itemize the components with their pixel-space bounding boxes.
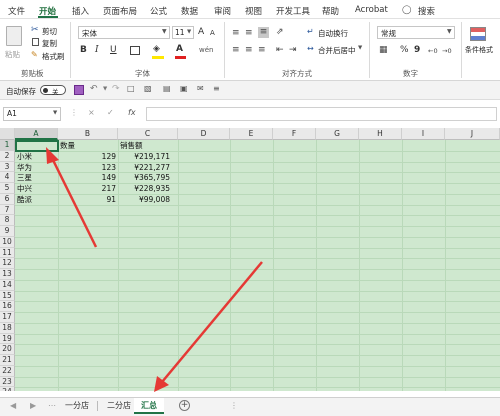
sheet-tab-active[interactable]: 汇总 — [134, 398, 164, 414]
sheet-tab-bar: ◀ ▶ ⋯ 一分店 二分店 汇总 + ⋮ — [0, 397, 500, 416]
more-options-icon: ⋮ — [230, 401, 238, 410]
scroll-left-icon[interactable]: ◀ — [10, 401, 16, 410]
red-arrow-lower — [154, 261, 263, 392]
sheet-tab-2[interactable]: 二分店 — [100, 398, 138, 414]
more-sheets-icon[interactable]: ⋯ — [48, 401, 56, 410]
sheet-tab-1[interactable]: 一分店 — [58, 398, 96, 414]
add-sheet-button[interactable]: + — [179, 400, 190, 411]
red-arrow-upper — [46, 147, 98, 248]
tab-divider — [97, 401, 98, 411]
scroll-right-icon[interactable]: ▶ — [30, 401, 36, 410]
annotation-arrows — [46, 147, 263, 392]
